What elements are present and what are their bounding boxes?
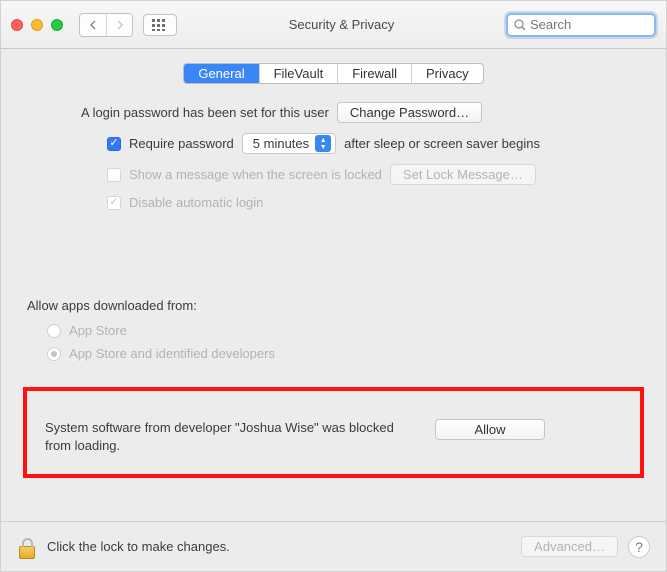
show-message-checkbox[interactable] <box>107 168 121 182</box>
footer: Click the lock to make changes. Advanced… <box>1 521 666 571</box>
download-option-identified: App Store and identified developers <box>47 346 644 361</box>
tab-filevault[interactable]: FileVault <box>259 64 338 83</box>
disable-auto-login-checkbox[interactable] <box>107 196 121 210</box>
search-field[interactable] <box>506 13 656 37</box>
set-lock-message-button: Set Lock Message… <box>390 164 536 185</box>
forward-button[interactable] <box>106 14 132 36</box>
chevron-updown-icon: ▲▼ <box>315 135 331 152</box>
close-icon[interactable] <box>11 19 23 31</box>
tab-firewall[interactable]: Firewall <box>337 64 411 83</box>
advanced-button: Advanced… <box>521 536 618 557</box>
require-password-after-label: after sleep or screen saver begins <box>344 136 540 151</box>
tab-privacy[interactable]: Privacy <box>411 64 483 83</box>
content-area: General FileVault Firewall Privacy A log… <box>1 49 666 521</box>
show-all-button[interactable] <box>143 14 177 36</box>
blocked-software-box: System software from developer "Joshua W… <box>23 387 644 478</box>
require-password-checkbox[interactable] <box>107 137 121 151</box>
radio-identified-label: App Store and identified developers <box>69 346 275 361</box>
show-message-label: Show a message when the screen is locked <box>129 167 382 182</box>
help-button[interactable]: ? <box>628 536 650 558</box>
minimize-icon[interactable] <box>31 19 43 31</box>
tab-general[interactable]: General <box>184 64 258 83</box>
require-password-row: Require password 5 minutes ▲▼ after slee… <box>107 133 644 154</box>
delay-value: 5 minutes <box>253 136 309 151</box>
require-password-delay-select[interactable]: 5 minutes ▲▼ <box>242 133 336 154</box>
lock-icon[interactable] <box>17 535 37 559</box>
radio-appstore <box>47 324 61 338</box>
blocked-message: System software from developer "Joshua W… <box>45 419 415 454</box>
login-password-row: A login password has been set for this u… <box>81 102 644 123</box>
search-icon <box>514 19 526 31</box>
titlebar: Security & Privacy <box>1 1 666 49</box>
downloads-heading: Allow apps downloaded from: <box>27 298 644 313</box>
download-option-appstore: App Store <box>47 323 644 338</box>
show-message-row: Show a message when the screen is locked… <box>107 164 644 185</box>
window-controls <box>11 19 63 31</box>
lock-text: Click the lock to make changes. <box>47 539 511 554</box>
search-input[interactable] <box>530 17 648 32</box>
disable-auto-login-row: Disable automatic login <box>107 195 644 210</box>
downloads-section: Allow apps downloaded from: App Store Ap… <box>27 298 644 361</box>
radio-identified <box>47 347 61 361</box>
login-password-label: A login password has been set for this u… <box>81 105 329 120</box>
maximize-icon[interactable] <box>51 19 63 31</box>
nav-back-forward <box>79 13 133 37</box>
change-password-button[interactable]: Change Password… <box>337 102 482 123</box>
require-password-label: Require password <box>129 136 234 151</box>
security-privacy-window: Security & Privacy General FileVault Fir… <box>0 0 667 572</box>
general-panel: A login password has been set for this u… <box>23 102 644 478</box>
allow-button[interactable]: Allow <box>435 419 545 440</box>
back-button[interactable] <box>80 14 106 36</box>
disable-auto-login-label: Disable automatic login <box>129 195 263 210</box>
window-title: Security & Privacy <box>187 17 496 32</box>
radio-appstore-label: App Store <box>69 323 127 338</box>
tab-bar: General FileVault Firewall Privacy <box>183 63 483 84</box>
